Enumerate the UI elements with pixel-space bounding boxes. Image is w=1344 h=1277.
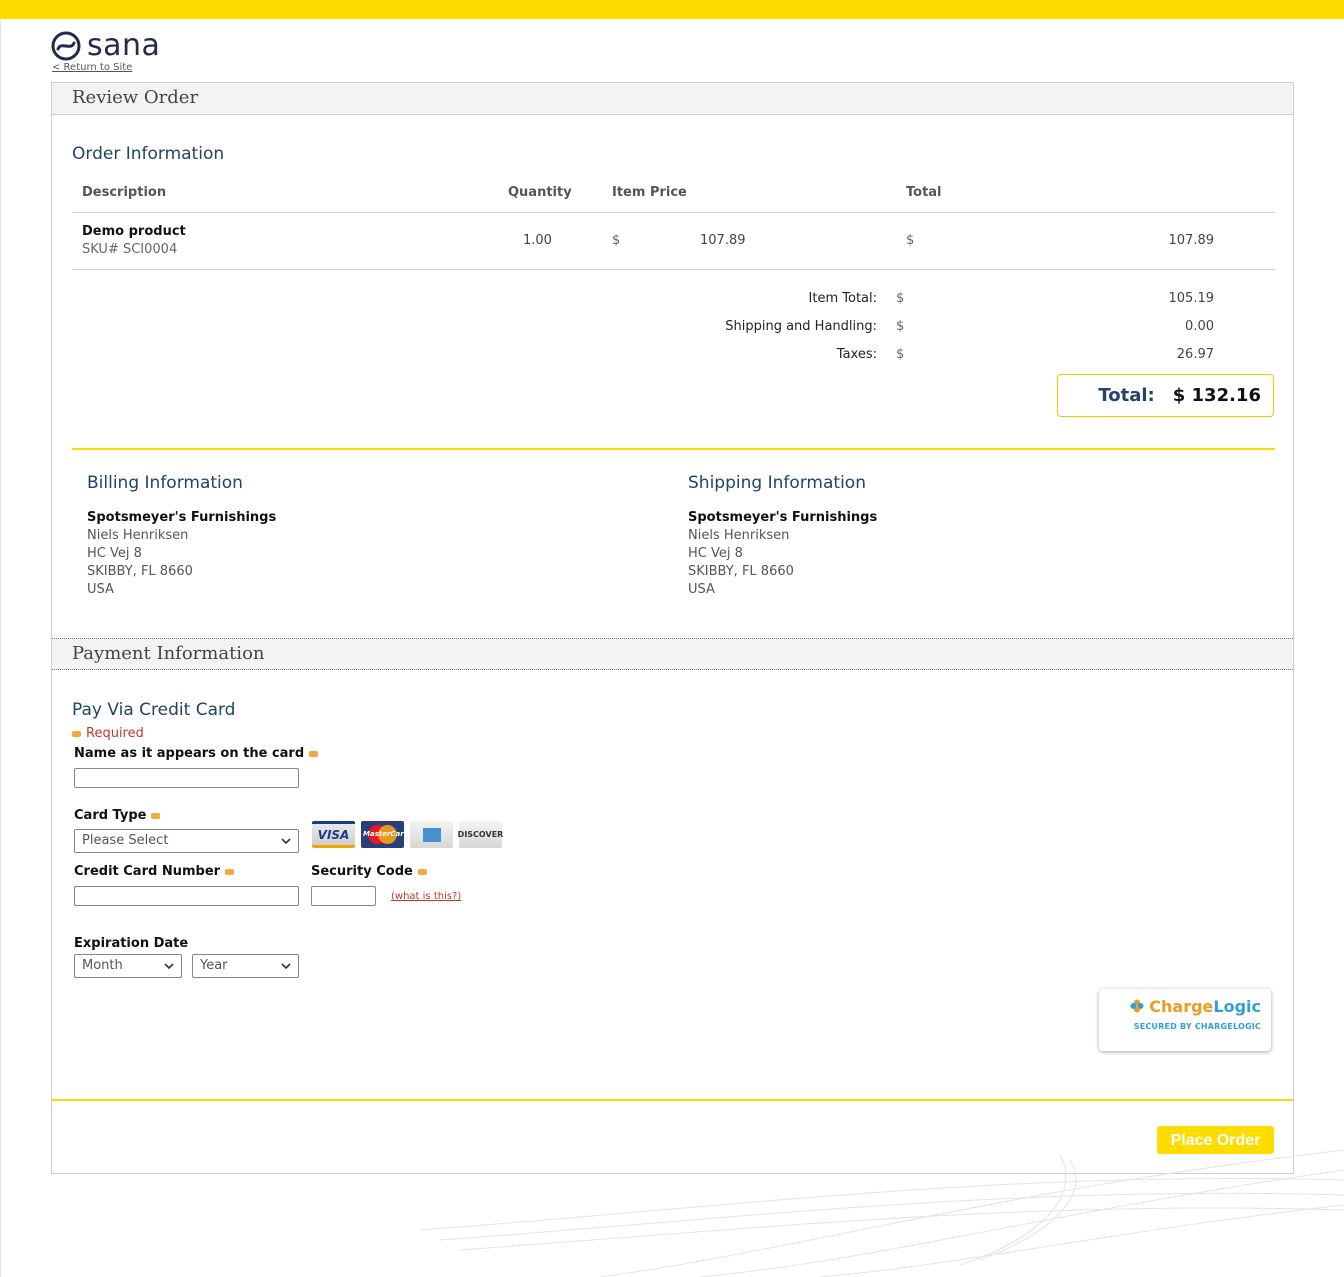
- chevron-down-icon: [281, 963, 291, 970]
- item-price-currency: $: [612, 233, 621, 248]
- billing-street: HC Vej 8: [87, 546, 142, 561]
- shipping-company: Spotsmeyer's Furnishings: [688, 510, 878, 525]
- shipping-street: HC Vej 8: [688, 546, 743, 561]
- chargelogic-flower-icon: [1130, 999, 1144, 1013]
- return-to-site-link[interactable]: < Return to Site: [52, 62, 132, 73]
- table-header-divider: [72, 212, 1275, 213]
- mastercard-label: MasterCard: [363, 830, 404, 838]
- card-number-label-text: Credit Card Number: [74, 864, 221, 879]
- security-code-input[interactable]: [311, 886, 376, 906]
- taxes-value: 26.97: [1176, 347, 1214, 362]
- required-marker-icon: [72, 730, 81, 737]
- sana-logo-icon: [51, 31, 81, 61]
- top-accent-bar: [0, 0, 1344, 19]
- cardholder-name-label: Name as it appears on the card: [74, 746, 319, 761]
- shipping-handling-label: Shipping and Handling:: [725, 319, 877, 334]
- item-total-label: Item Total:: [808, 291, 877, 306]
- item-sku: SKU# SCI0004: [82, 242, 178, 257]
- card-type-label: Card Type: [74, 808, 161, 823]
- expiration-month-select[interactable]: Month: [74, 954, 182, 978]
- chevron-down-icon: [164, 963, 174, 970]
- cardholder-name-input[interactable]: [74, 768, 299, 788]
- security-code-label: Security Code: [311, 864, 427, 879]
- required-marker-icon: [225, 868, 235, 875]
- billing-information-title: Billing Information: [87, 473, 243, 493]
- item-total-currency-summary: $: [896, 291, 905, 306]
- shipping-information-title: Shipping Information: [688, 473, 866, 493]
- table-row-divider: [72, 269, 1275, 270]
- expiration-date-label: Expiration Date: [74, 936, 188, 951]
- shipping-contact: Niels Henriksen: [688, 528, 790, 543]
- taxes-currency: $: [896, 347, 905, 362]
- chargelogic-name: ChargeLogic: [1109, 997, 1261, 1016]
- chargelogic-secure-badge: ChargeLogic SECURED BY CHARGELOGIC: [1099, 989, 1271, 1051]
- chargelogic-tagline: SECURED BY CHARGELOGIC: [1133, 1022, 1261, 1031]
- billing-city: SKIBBY, FL 8660: [87, 564, 193, 579]
- item-total: 107.89: [1168, 233, 1215, 248]
- discover-card-icon: DISCOVER: [458, 821, 503, 848]
- expiration-date-label-text: Expiration Date: [74, 936, 189, 951]
- shipping-city: SKIBBY, FL 8660: [688, 564, 794, 579]
- shipping-handling-value: 0.00: [1185, 319, 1214, 334]
- expiration-year-value: Year: [200, 958, 228, 973]
- cardholder-name-label-text: Name as it appears on the card: [74, 746, 305, 761]
- column-quantity: Quantity: [508, 185, 572, 200]
- item-name: Demo product: [82, 224, 186, 239]
- item-total-currency: $: [906, 233, 915, 248]
- expiration-month-value: Month: [82, 958, 123, 973]
- grand-total-value: $ 132.16: [1172, 385, 1261, 406]
- card-number-input[interactable]: [74, 886, 299, 906]
- item-total-value: 105.19: [1168, 291, 1215, 306]
- page-edge-divider: [0, 19, 1, 1277]
- mastercard-card-icon: MasterCard: [361, 821, 404, 848]
- card-type-selected-value: Please Select: [82, 833, 169, 848]
- review-order-header: Review Order: [52, 83, 1293, 115]
- expiration-year-select[interactable]: Year: [192, 954, 299, 978]
- card-number-label: Credit Card Number: [74, 864, 235, 879]
- grand-total-label: Total:: [1098, 385, 1155, 406]
- chargelogic-name-part1: Charge: [1149, 997, 1214, 1016]
- billing-address: Spotsmeyer's Furnishings Niels Henriksen…: [87, 509, 276, 599]
- security-code-label-text: Security Code: [311, 864, 413, 879]
- what-is-this-link[interactable]: (what is this?): [391, 891, 461, 902]
- column-description: Description: [82, 185, 167, 200]
- required-marker-icon: [309, 750, 319, 757]
- shipping-country: USA: [688, 582, 715, 597]
- sana-logo: sana: [51, 30, 160, 62]
- shipping-handling-currency: $: [896, 319, 905, 334]
- shipping-address: Spotsmeyer's Furnishings Niels Henriksen…: [688, 509, 877, 599]
- card-type-select[interactable]: Please Select: [74, 829, 299, 853]
- order-information-title: Order Information: [72, 144, 225, 164]
- required-note: Required: [72, 726, 144, 741]
- chargelogic-name-part2: Logic: [1213, 997, 1261, 1016]
- checkout-panel: Review Order Order Information Descripti…: [51, 82, 1294, 1174]
- taxes-label: Taxes:: [836, 347, 877, 362]
- chevron-down-icon: [281, 838, 291, 845]
- order-divider: [72, 448, 1275, 450]
- required-marker-icon: [151, 812, 161, 819]
- accepted-cards: VISA MasterCard DISCOVER: [312, 821, 503, 848]
- required-text: Required: [86, 726, 144, 741]
- column-total: Total: [906, 185, 942, 200]
- card-type-label-text: Card Type: [74, 808, 147, 823]
- column-item-price: Item Price: [612, 185, 687, 200]
- billing-country: USA: [87, 582, 114, 597]
- brand-name: sana: [87, 28, 161, 63]
- grand-total-box: Total: $ 132.16: [1057, 374, 1274, 417]
- amex-card-icon: [410, 821, 453, 848]
- billing-contact: Niels Henriksen: [87, 528, 189, 543]
- payment-information-header: Payment Information: [52, 638, 1293, 670]
- payment-divider: [52, 1099, 1293, 1101]
- decorative-swirl-background: [419, 1150, 1344, 1277]
- required-marker-icon: [417, 868, 427, 875]
- item-price: 107.89: [700, 233, 746, 248]
- billing-company: Spotsmeyer's Furnishings: [87, 510, 277, 525]
- item-quantity: 1.00: [523, 233, 552, 248]
- pay-via-credit-card-title: Pay Via Credit Card: [72, 700, 236, 720]
- visa-card-icon: VISA: [312, 821, 355, 848]
